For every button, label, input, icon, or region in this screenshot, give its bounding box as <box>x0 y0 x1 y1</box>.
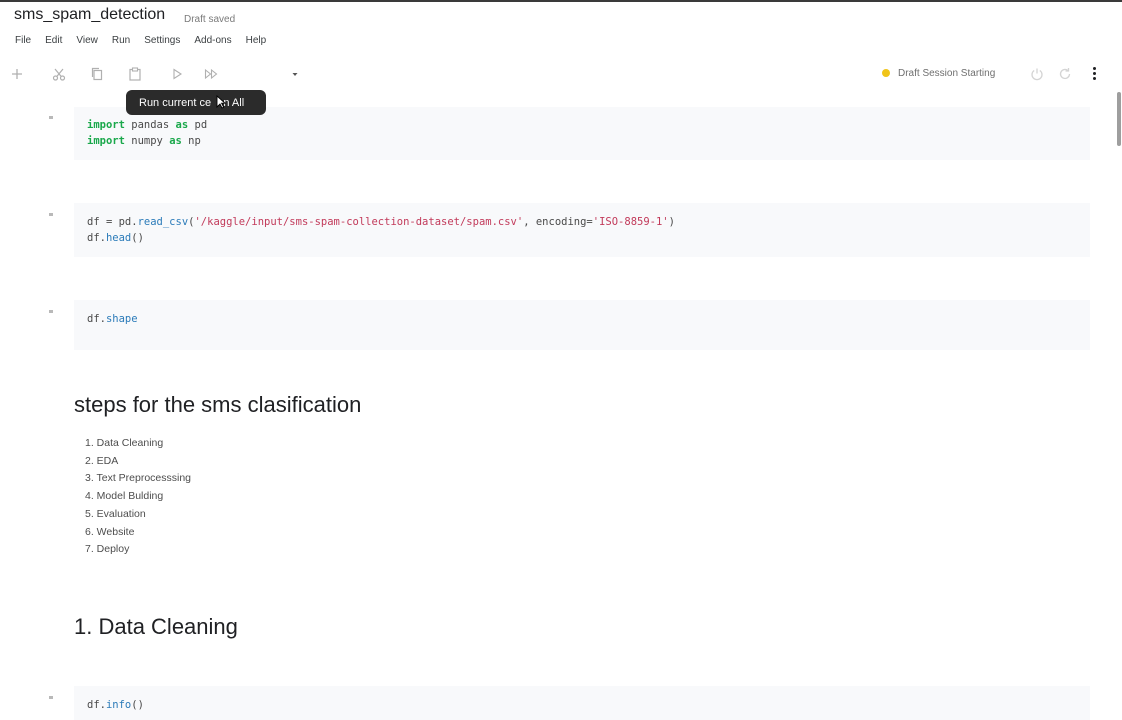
session-status: Draft Session Starting <box>882 66 995 80</box>
plus-icon[interactable] <box>9 66 25 82</box>
list-item: 4. Model Bulding <box>85 490 164 503</box>
cell-marker <box>49 213 53 216</box>
save-status: Draft saved <box>184 14 236 25</box>
menu-file[interactable]: File <box>15 35 31 49</box>
menu-view[interactable]: View <box>76 35 98 49</box>
window-top-border <box>0 0 1122 2</box>
copy-icon[interactable] <box>89 66 105 82</box>
notebook-title[interactable]: sms_spam_detection <box>14 6 165 24</box>
more-vert-icon[interactable] <box>1088 65 1100 81</box>
run-tooltip: Run current ce n All <box>126 90 266 115</box>
scissors-icon[interactable] <box>51 66 67 82</box>
status-dot-icon <box>882 69 890 77</box>
scrollbar[interactable] <box>1117 92 1121 146</box>
mouse-cursor-icon <box>216 95 226 109</box>
code-cell[interactable] <box>74 686 1090 720</box>
menu-edit[interactable]: Edit <box>45 35 62 49</box>
menu-help[interactable]: Help <box>246 35 267 49</box>
session-status-text: Draft Session Starting <box>898 67 996 79</box>
run-all-icon[interactable] <box>203 66 219 82</box>
menu-add-ons[interactable]: Add-ons <box>194 35 231 49</box>
cell-marker <box>49 310 53 313</box>
code-cell-source[interactable]: df.shape <box>87 311 138 327</box>
run-cell-icon[interactable] <box>169 66 185 82</box>
menu-settings[interactable]: Settings <box>144 35 180 49</box>
paste-icon[interactable] <box>127 66 143 82</box>
power-icon[interactable] <box>1029 66 1045 82</box>
menu-bar: File Edit View Run Settings Add-ons Help <box>15 35 280 49</box>
cell-marker <box>49 116 53 119</box>
markdown-heading: steps for the sms clasification <box>74 392 362 417</box>
list-item: 6. Website <box>85 525 135 538</box>
list-item: 3. Text Preprocesssing <box>85 472 192 485</box>
code-cell-source[interactable]: df = pd.read_csv('/kaggle/input/sms-spam… <box>87 214 675 246</box>
cell-marker <box>49 696 53 699</box>
markdown-heading: 1. Data Cleaning <box>74 614 238 639</box>
code-cell-source[interactable]: df.info() <box>87 697 144 713</box>
code-cell-source[interactable]: import pandas as pd import numpy as np <box>87 117 207 149</box>
restart-icon[interactable] <box>1057 66 1073 82</box>
dropdown-caret-icon[interactable] <box>287 66 303 82</box>
list-item: 5. Evaluation <box>85 507 146 520</box>
code-cell[interactable] <box>74 300 1090 350</box>
menu-run[interactable]: Run <box>112 35 130 49</box>
list-item: 2. EDA <box>85 454 119 467</box>
list-item: 7. Deploy <box>85 543 130 556</box>
list-item: 1. Data Cleaning <box>85 437 164 449</box>
steps-list: 1. Data Cleaning 2. EDA 3. Text Preproce… <box>85 435 191 559</box>
